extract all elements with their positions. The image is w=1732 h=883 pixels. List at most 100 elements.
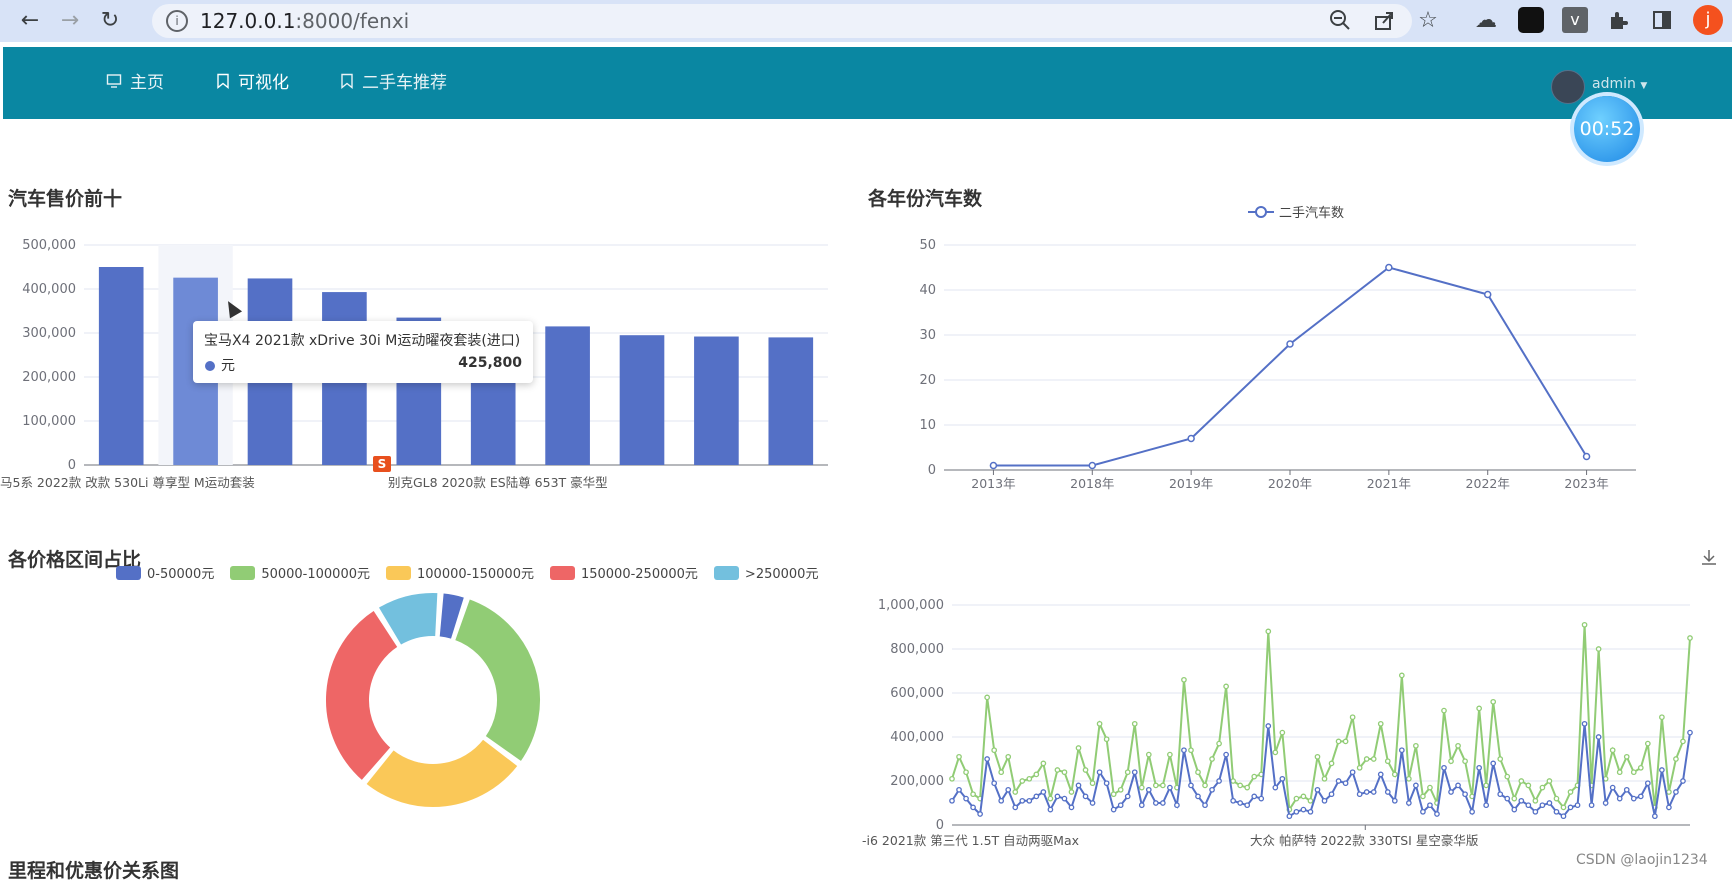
nav-label-recommend: 二手车推荐 xyxy=(362,73,447,93)
data-point xyxy=(1637,764,1644,771)
data-point xyxy=(1567,804,1574,811)
legend-label: 150000-250000元 xyxy=(580,567,698,582)
nav-item-home[interactable]: 主页 xyxy=(106,68,164,93)
data-point xyxy=(949,797,955,804)
data-point xyxy=(1082,793,1089,800)
data-point xyxy=(1167,784,1173,791)
data-point xyxy=(1602,800,1609,806)
data-point xyxy=(1391,797,1398,804)
download-icon[interactable] xyxy=(1700,548,1718,570)
user-menu[interactable]: admin ▼ xyxy=(1592,76,1647,92)
legend-swatch xyxy=(549,565,575,580)
data-point xyxy=(1026,775,1033,782)
data-point xyxy=(1560,813,1567,820)
share-icon[interactable] xyxy=(1370,6,1398,34)
data-point xyxy=(1652,813,1658,820)
extension-mask-icon[interactable] xyxy=(1518,7,1544,33)
data-point xyxy=(1216,778,1222,784)
data-point xyxy=(989,461,998,470)
donut-slice xyxy=(453,597,542,764)
extension-v-icon[interactable]: v xyxy=(1562,7,1588,33)
back-icon[interactable]: ← xyxy=(16,6,44,34)
data-point xyxy=(1356,791,1363,798)
year-count-legend-label: 二手汽车数 xyxy=(1279,205,1344,221)
data-point xyxy=(1103,780,1110,787)
data-point xyxy=(1223,683,1229,690)
data-point xyxy=(1131,720,1138,727)
tooltip-series-name: 元 xyxy=(221,358,235,374)
x-tick-label: 2023年 xyxy=(1564,476,1608,491)
bookmark-star-icon[interactable]: ☆ xyxy=(1414,6,1442,34)
url-host: 127.0.0.1 xyxy=(200,9,296,33)
data-point xyxy=(1187,434,1195,443)
side-panel-icon[interactable] xyxy=(1648,6,1676,34)
data-point xyxy=(1637,793,1644,800)
data-point xyxy=(1138,802,1145,809)
data-point xyxy=(1117,786,1124,793)
data-point xyxy=(1088,461,1097,470)
data-point xyxy=(1117,802,1124,809)
y-tick-label: 1,000,000 xyxy=(878,598,944,613)
zoom-icon[interactable] xyxy=(1326,6,1354,34)
tooltip-value: 425,800 xyxy=(458,355,522,371)
y-tick-label: 20 xyxy=(919,373,936,388)
data-point xyxy=(1539,784,1546,791)
data-point xyxy=(1448,789,1454,795)
data-point xyxy=(1630,795,1637,802)
data-point xyxy=(1406,800,1412,806)
data-point xyxy=(1623,786,1630,793)
y-tick-label: 50 xyxy=(919,238,936,253)
ime-s-icon[interactable]: S xyxy=(373,456,391,472)
reload-icon[interactable]: ↻ xyxy=(96,6,124,34)
data-point xyxy=(1448,758,1454,765)
data-point xyxy=(1413,742,1419,749)
series-line xyxy=(993,266,1588,467)
monitor-icon xyxy=(106,73,122,88)
data-point xyxy=(1504,773,1511,780)
data-point xyxy=(1483,802,1490,809)
y-tick-label: 40 xyxy=(919,283,936,298)
bar xyxy=(98,267,144,465)
top-price-x-labels: 马5系 2022款 改款 530Li 尊享型 M运动套装 别克GL8 2020款… xyxy=(0,472,840,490)
data-point xyxy=(1033,793,1040,800)
data-point xyxy=(1413,782,1419,789)
data-point xyxy=(1469,808,1475,815)
data-point xyxy=(1258,795,1265,802)
data-point xyxy=(1272,784,1279,791)
data-point xyxy=(1644,740,1651,747)
data-point xyxy=(1511,806,1518,813)
url-text[interactable]: 127.0.0.1:8000/fenxi xyxy=(200,9,409,33)
site-info-icon[interactable]: i xyxy=(166,10,188,32)
extension-cloud-icon[interactable]: ☁ xyxy=(1472,6,1500,34)
data-point xyxy=(1335,778,1342,784)
bar-tooltip: 宝马X4 2021款 xDrive 30i M运动曜夜套装(进口) 元 425,… xyxy=(193,321,533,383)
data-point xyxy=(1595,646,1602,652)
data-point xyxy=(1420,793,1426,800)
timer-badge[interactable]: 00:52 xyxy=(1574,96,1640,162)
data-point xyxy=(1195,793,1201,800)
data-point xyxy=(1377,771,1384,778)
data-point xyxy=(1272,749,1279,756)
data-point xyxy=(1286,340,1294,348)
data-point xyxy=(1455,782,1461,789)
forward-icon[interactable]: → xyxy=(56,6,84,34)
nav-item-visualization[interactable]: 可视化 xyxy=(216,68,289,93)
legend-swatch xyxy=(713,565,739,580)
legend-swatch xyxy=(386,565,412,580)
data-point xyxy=(1138,784,1145,791)
x-tick-label: 2020年 xyxy=(1268,476,1312,491)
data-point xyxy=(1152,800,1159,806)
data-point xyxy=(963,769,969,776)
user-avatar[interactable] xyxy=(1551,70,1585,104)
extensions-puzzle-icon[interactable] xyxy=(1604,6,1632,34)
data-point xyxy=(1202,782,1208,789)
y-tick-label: 800,000 xyxy=(890,642,944,657)
data-point xyxy=(1314,753,1321,760)
nav-item-recommend[interactable]: 二手车推荐 xyxy=(340,68,447,93)
profile-avatar[interactable]: j xyxy=(1693,5,1723,35)
data-point xyxy=(1230,797,1236,804)
year-count-legend[interactable]: 二手汽车数 xyxy=(1248,205,1344,221)
data-point xyxy=(1047,806,1054,813)
data-point xyxy=(1131,769,1138,776)
data-point xyxy=(1195,769,1201,776)
